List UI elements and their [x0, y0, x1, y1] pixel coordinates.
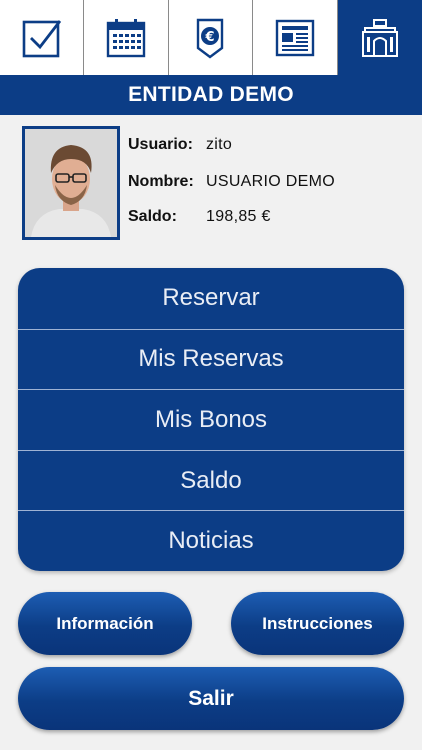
tab-bar: € [0, 0, 422, 75]
tab-calendar[interactable] [84, 0, 169, 75]
username-value: zito [206, 136, 233, 153]
entity-title: ENTIDAD DEMO [128, 83, 294, 106]
tab-payments[interactable]: € [168, 0, 254, 75]
name-value: USUARIO DEMO [206, 173, 335, 190]
exit-button[interactable]: Salir [18, 667, 404, 730]
calendar-icon [106, 18, 146, 57]
menu-item-mis-reservas[interactable]: Mis Reservas [18, 328, 404, 390]
info-button[interactable]: Información [18, 592, 192, 655]
name-label: Nombre: [128, 173, 194, 190]
name-row: Nombre: USUARIO DEMO [128, 170, 335, 194]
tab-tasks[interactable] [0, 0, 85, 75]
menu-item-noticias[interactable]: Noticias [18, 510, 404, 571]
checkbox-icon [22, 19, 61, 57]
entity-header: ENTIDAD DEMO [0, 75, 422, 115]
avatar [22, 126, 120, 240]
menu-item-reservar[interactable]: Reservar [18, 268, 404, 329]
building-icon [361, 18, 398, 57]
main-menu: Reservar Mis Reservas Mis Bonos Saldo No… [18, 268, 404, 571]
svg-text:€: € [205, 30, 215, 45]
balance-value: 198,85 € [206, 208, 271, 225]
user-photo [25, 129, 117, 237]
username-row: Usuario: zito [128, 133, 232, 157]
instructions-button[interactable]: Instrucciones [231, 592, 404, 655]
balance-row: Saldo: 198,85 € [128, 205, 271, 229]
profile-card: Usuario: zito Nombre: USUARIO DEMO Saldo… [22, 126, 402, 240]
euro-tag-icon: € [197, 18, 224, 58]
tab-news[interactable] [253, 0, 338, 75]
balance-label: Saldo: [128, 208, 177, 225]
newspaper-icon [275, 19, 315, 56]
menu-item-saldo[interactable]: Saldo [18, 449, 404, 511]
tab-entity[interactable] [337, 0, 422, 75]
username-label: Usuario: [128, 136, 193, 153]
menu-item-mis-bonos[interactable]: Mis Bonos [18, 389, 404, 450]
